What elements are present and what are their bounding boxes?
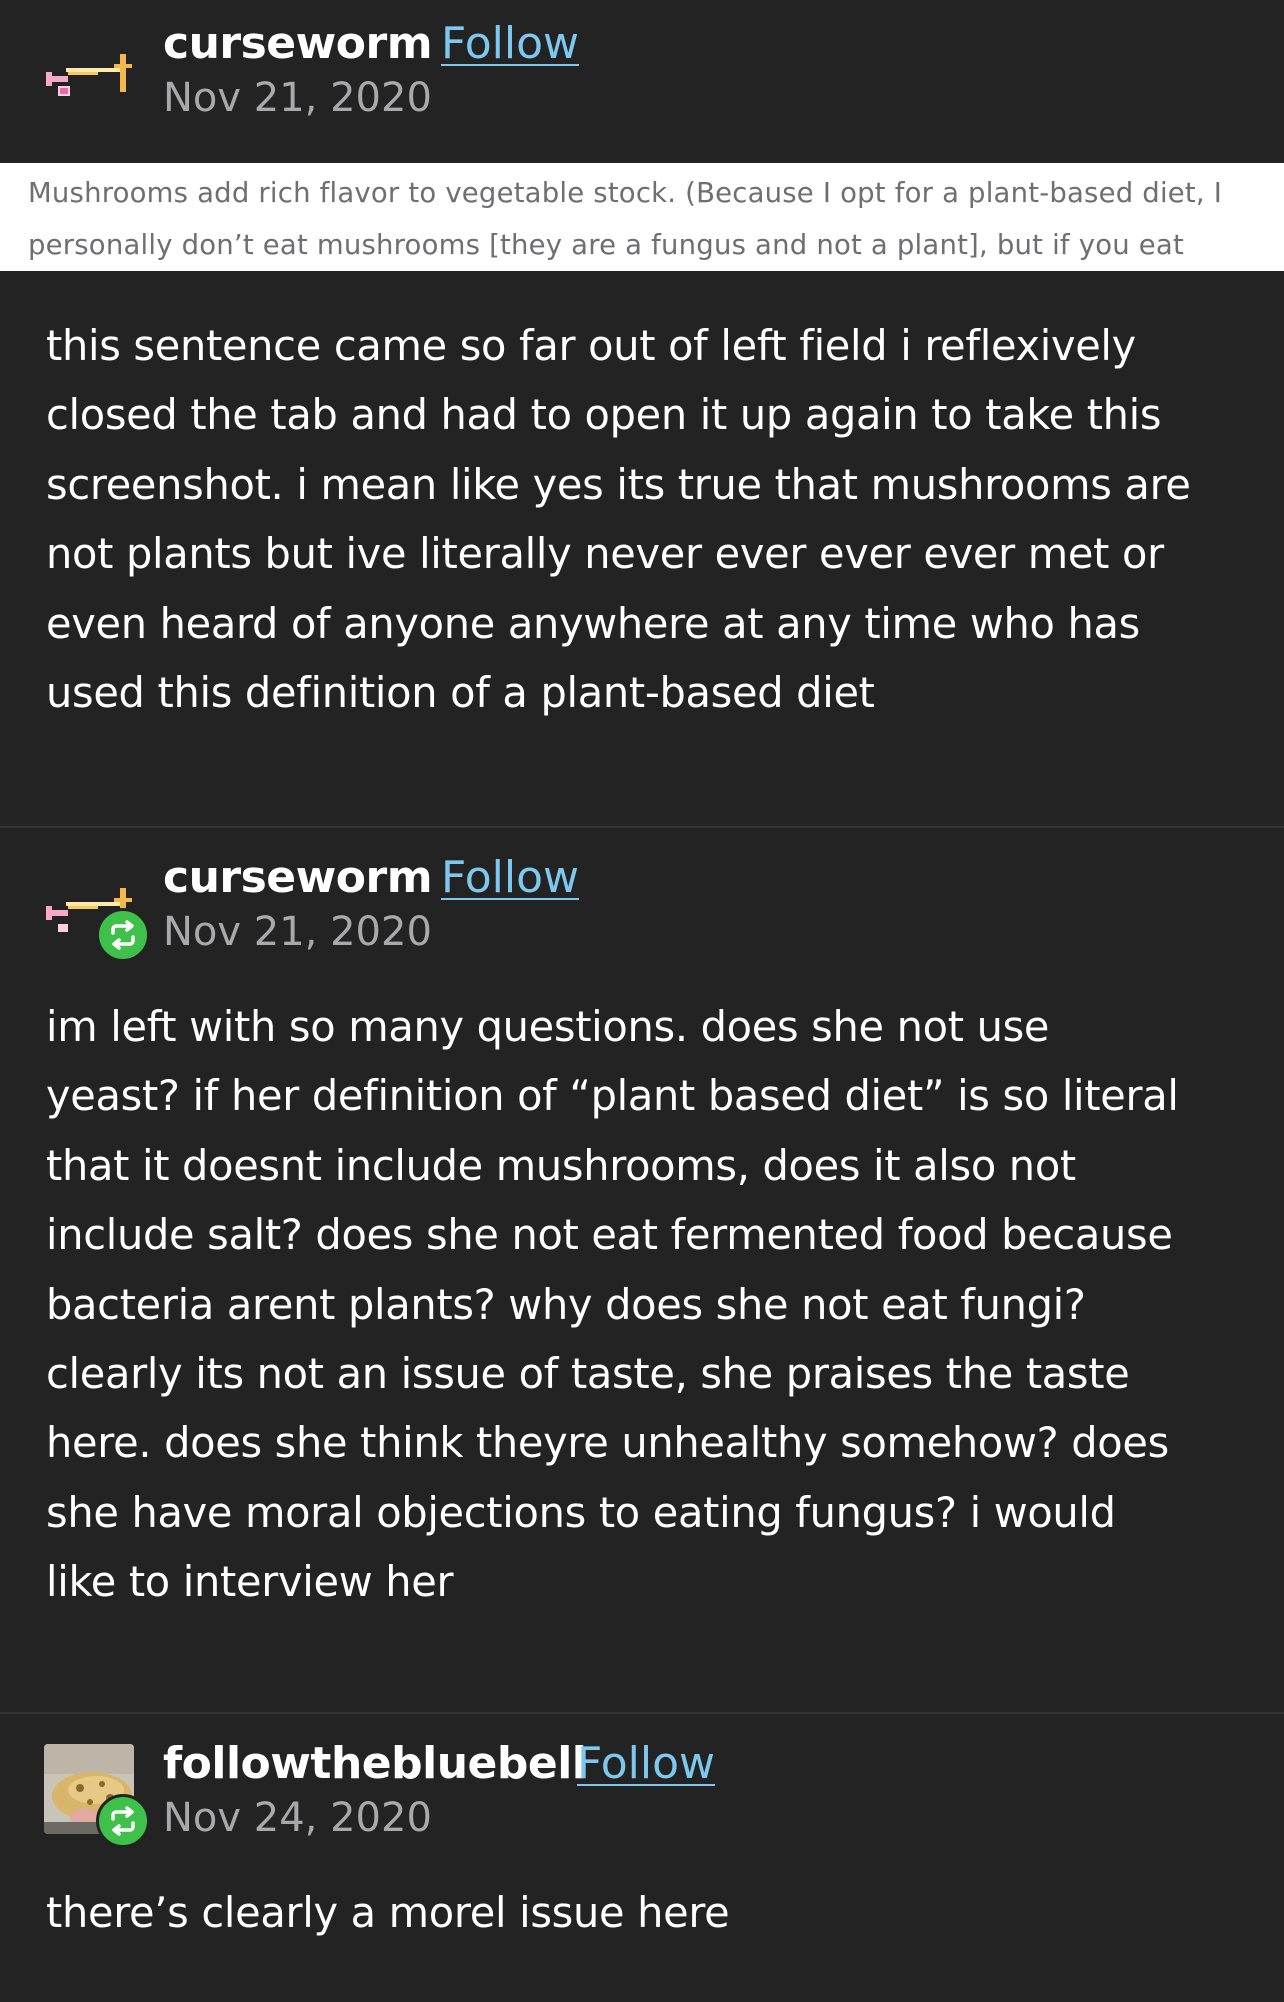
body-line: there’s clearly a morel issue here xyxy=(46,1888,730,1937)
username[interactable]: curseworm xyxy=(163,18,433,70)
body-line: clearly its not an issue of taste, she p… xyxy=(46,1349,1130,1399)
body-line: screenshot. i mean like yes its true tha… xyxy=(46,459,1191,509)
body-line: not plants but ive literally never ever … xyxy=(46,529,1164,579)
reblog-icon xyxy=(96,1794,150,1848)
reblog-icon xyxy=(96,908,150,962)
quoted-line: personally don’t eat mushrooms [they are… xyxy=(28,229,1184,261)
post-header: curseworm Follow Nov 21, 2020 xyxy=(0,828,1284,962)
post-1: curseworm Follow Nov 21, 2020 Mushrooms … xyxy=(0,0,1284,826)
body-line: this sentence came so far out of left fi… xyxy=(46,321,1136,370)
post-2: curseworm Follow Nov 21, 2020 im left wi… xyxy=(0,828,1284,1712)
body-line: include salt? does she not eat fermented… xyxy=(46,1210,1173,1260)
body-line: used this definition of a plant-based di… xyxy=(46,668,875,718)
body-line: like to interview her xyxy=(46,1557,454,1607)
body-line: here. does she think theyre unhealthy so… xyxy=(46,1418,1169,1468)
pixel-art-avatar-icon[interactable] xyxy=(44,46,136,138)
body-line: im left with so many questions. does she… xyxy=(46,1002,1050,1051)
quoted-screenshot-image: Mushrooms add rich flavor to vegetable s… xyxy=(0,163,1284,271)
follow-button[interactable]: Follow xyxy=(441,852,579,904)
follow-button[interactable]: Follow xyxy=(577,1738,715,1790)
body-line: that it doesnt include mushrooms, does i… xyxy=(46,1140,1076,1190)
username[interactable]: followthebluebell xyxy=(163,1738,587,1790)
body-line: even heard of anyone anywhere at any tim… xyxy=(46,598,1140,648)
post-header: curseworm Follow Nov 21, 2020 xyxy=(0,0,1284,121)
post-body: there’s clearly a morel issue here xyxy=(46,1878,1246,1947)
post-body: this sentence came so far out of left fi… xyxy=(46,311,1246,727)
post-body: im left with so many questions. does she… xyxy=(46,992,1246,1617)
body-line: bacteria arent plants? why does she not … xyxy=(46,1279,1086,1329)
post-header: followthebluebell Follow Nov 24, 2020 xyxy=(0,1714,1284,1848)
body-line: she have moral objections to eating fung… xyxy=(46,1487,1116,1537)
quoted-line: Mushrooms add rich flavor to vegetable s… xyxy=(28,177,1223,209)
body-line: closed the tab and had to open it up aga… xyxy=(46,390,1162,440)
follow-button[interactable]: Follow xyxy=(441,18,579,70)
username[interactable]: curseworm xyxy=(163,852,433,904)
post-date: Nov 21, 2020 xyxy=(163,75,432,121)
post-3: followthebluebell Follow Nov 24, 2020 th… xyxy=(0,1714,1284,2002)
body-line: yeast? if her definition of “plant based… xyxy=(46,1071,1179,1121)
post-date: Nov 24, 2020 xyxy=(163,1795,432,1841)
post-date: Nov 21, 2020 xyxy=(163,909,432,955)
